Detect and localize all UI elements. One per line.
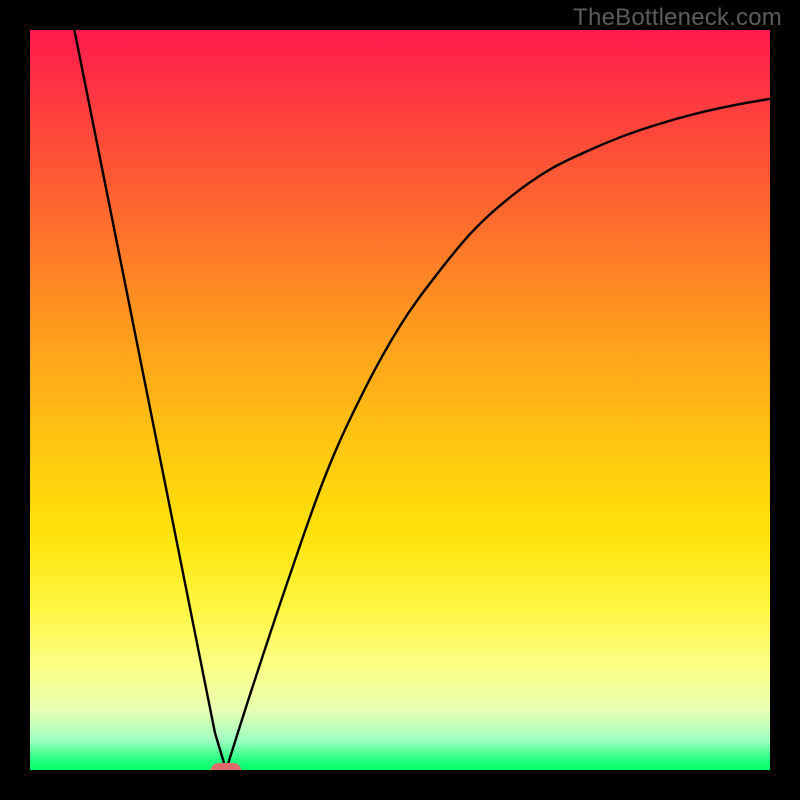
vertex-marker: [211, 763, 241, 770]
bottleneck-curves-svg: [30, 30, 770, 770]
plot-area: [30, 30, 770, 770]
curve-right-branch: [226, 99, 770, 770]
watermark-label: TheBottleneck.com: [573, 4, 782, 32]
chart-frame: TheBottleneck.com: [0, 0, 800, 800]
curve-left-branch: [74, 30, 226, 770]
